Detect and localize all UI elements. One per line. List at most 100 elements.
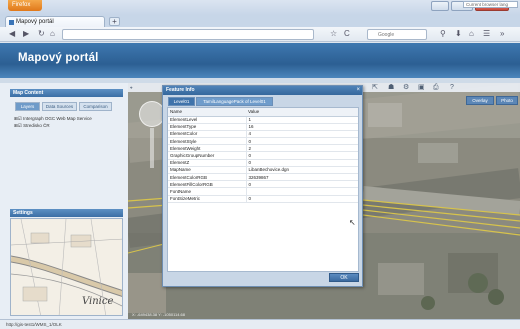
dialog-title: Feature Info — [163, 86, 362, 95]
overview-place-label: Vinice — [82, 296, 114, 307]
property-value: 2 — [245, 144, 358, 153]
favicon-icon — [9, 20, 14, 25]
property-value: 1 — [245, 116, 358, 124]
refresh-icon[interactable]: C — [344, 29, 350, 39]
property-name: ElementWeight — [168, 144, 246, 153]
close-icon[interactable]: × — [356, 87, 360, 94]
save-icon[interactable]: ▣ — [418, 83, 425, 92]
browser-tab[interactable]: Mapový portál — [5, 16, 105, 27]
property-value: 0 — [245, 159, 358, 167]
property-name: FontSizeMetric — [168, 195, 246, 203]
overview-map[interactable]: Vinice — [10, 218, 123, 316]
url-input[interactable] — [62, 29, 314, 40]
property-name: MapName — [168, 166, 246, 175]
property-value: 0 — [245, 151, 358, 160]
property-value: 0 — [245, 180, 358, 189]
browser-window: Firefox Mapový portál + ◀ ▶ ↻ ⌂ ☆ C Goog… — [0, 0, 520, 329]
property-name: ElementZ — [168, 159, 246, 167]
table-row[interactable]: ElementColor 4 — [168, 130, 358, 139]
mouse-cursor-icon: ↖ — [349, 218, 356, 227]
page-title: Mapový portál — [18, 52, 99, 64]
table-row[interactable]: ElementLevel 1 — [168, 116, 358, 124]
property-value — [245, 187, 358, 196]
property-value: 16 — [245, 123, 358, 131]
table-row[interactable]: ElementFillColorRGB 0 — [168, 180, 358, 189]
column-header-value[interactable]: Value — [246, 108, 358, 117]
tab-title: Mapový portál — [16, 19, 54, 25]
property-name: ElementStyle — [168, 137, 246, 146]
property-value: 0 — [245, 195, 358, 203]
home-icon[interactable]: ⌂ — [50, 29, 55, 39]
forward-icon[interactable]: ▶ — [23, 29, 29, 39]
export-icon[interactable]: ⇱ — [372, 83, 378, 92]
coordinates-readout: X: -649438.38 Y: -1050114.68 — [132, 312, 186, 317]
scale-label: ⌖ — [130, 85, 133, 90]
property-value: 0 — [245, 137, 358, 146]
property-name: GraphicGroupNumber — [168, 151, 246, 160]
table-row[interactable]: GraphicGroupNumber 0 — [168, 151, 358, 160]
tree-item[interactable]: ⊞☑ Intergraph OGC Web Map Service — [14, 116, 92, 122]
ok-button[interactable]: OK — [329, 273, 359, 282]
help-icon[interactable]: ? — [450, 83, 454, 92]
tab-level01[interactable]: Level01 — [168, 97, 195, 106]
new-tab-button[interactable]: + — [109, 17, 120, 26]
portal-header: Mapový portál — [0, 43, 520, 78]
tab-layers[interactable]: Layers — [15, 102, 40, 111]
tree-item-label: Stredisko ČR — [23, 123, 50, 128]
overlay-map-button[interactable]: Overlay — [466, 96, 494, 105]
download-icon[interactable]: ⬇ — [455, 29, 462, 39]
home-button-icon[interactable]: ⌂ — [469, 29, 474, 39]
tree-item-label: Intergraph OGC Web Map Service — [23, 116, 92, 121]
property-value: 4 — [245, 130, 358, 139]
tree-item[interactable]: ⊞☑ Stredisko ČR — [14, 123, 50, 129]
search-input[interactable]: Google — [367, 29, 427, 40]
feature-info-dialog: Feature Info × Level01 TamilLanguagePack… — [162, 85, 363, 287]
column-header-name[interactable]: Name — [168, 108, 246, 117]
tab-bar: Mapový portál + — [0, 15, 520, 27]
menu-icon[interactable]: ☰ — [483, 29, 490, 39]
tab-comparison[interactable]: Comparison — [79, 102, 112, 111]
back-icon[interactable]: ◀ — [9, 29, 15, 39]
settings-header[interactable]: Settings — [10, 209, 123, 217]
table-row[interactable]: ElementColorRGB 32639867 — [168, 173, 358, 182]
properties-table-container: Name Value ElementLevel 1 ElementType 16 E… — [167, 107, 359, 272]
table-row[interactable]: ElementStyle 0 — [168, 137, 358, 146]
property-name: FontName — [168, 187, 246, 196]
photo-map-button[interactable]: Photo — [496, 96, 518, 105]
status-bar: http://gis-test1/WMS_1/OLK — [0, 319, 520, 329]
binoculars-icon[interactable]: ☗ — [388, 83, 394, 92]
search-icon[interactable]: ⚲ — [440, 29, 446, 39]
language-input[interactable]: Current browser lang — [463, 1, 518, 8]
property-value: LibanBechovice.dgn — [245, 166, 358, 175]
zoom-slider[interactable] — [150, 128, 154, 168]
property-name: ElementLevel — [168, 116, 246, 124]
expand-icon[interactable]: ⊞☑ — [14, 123, 23, 128]
property-name: ElementColorRGB — [168, 173, 246, 182]
navigation-bar: ◀ ▶ ↻ ⌂ ☆ C Google ⚲ ⬇ ⌂ ☰ » — [0, 27, 520, 42]
window-titlebar: Firefox — [0, 0, 520, 15]
extensions-icon[interactable]: » — [500, 29, 504, 39]
print-icon[interactable]: ⎙ — [433, 83, 439, 92]
reload-icon[interactable]: ↻ — [38, 29, 45, 39]
settings-gear-icon[interactable]: ⚙ — [403, 83, 409, 92]
language-placeholder: Current browser lang — [466, 2, 509, 7]
tab-data-sources[interactable]: Data Sources — [42, 102, 77, 111]
table-row[interactable]: ElementWeight 2 — [168, 144, 358, 153]
firefox-menu-button[interactable]: Firefox — [8, 0, 42, 11]
table-row[interactable]: MapName LibanBechovice.dgn — [168, 166, 358, 175]
status-text: http://gis-test1/WMS_1/OLK — [6, 322, 62, 327]
search-placeholder: Google — [378, 32, 395, 38]
table-row[interactable]: ElementZ 0 — [168, 159, 358, 167]
table-row[interactable]: FontSizeMetric 0 — [168, 195, 358, 203]
bookmark-star-icon[interactable]: ☆ — [330, 29, 337, 39]
table-row[interactable]: ElementType 16 — [168, 123, 358, 131]
map-content-header[interactable]: Map Content — [10, 89, 123, 97]
expand-icon[interactable]: ⊞☑ — [14, 116, 23, 121]
tab-level01-language[interactable]: TamilLanguagePack of Level01 — [196, 97, 273, 106]
properties-table: Name Value ElementLevel 1 ElementType 16 E… — [168, 108, 358, 203]
table-header-row: Name Value — [168, 108, 358, 117]
property-name: ElementFillColorRGB — [168, 180, 246, 189]
minimize-button[interactable] — [431, 1, 449, 11]
property-name: ElementColor — [168, 130, 246, 139]
table-row[interactable]: FontName — [168, 187, 358, 196]
